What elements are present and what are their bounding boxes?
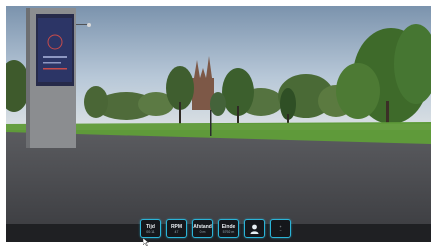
stat-rpm[interactable]: RPM 47 xyxy=(166,219,187,238)
user-icon xyxy=(250,224,259,234)
stat-end[interactable]: Einde 5792 m xyxy=(218,219,239,238)
bottom-strip xyxy=(0,242,437,248)
profile-button[interactable] xyxy=(244,219,265,238)
zoom-button[interactable]: + − xyxy=(270,219,291,238)
stat-distance[interactable]: Afstand 0 m xyxy=(192,219,213,238)
stat-time-value: 00:11 xyxy=(146,229,155,234)
stat-end-value: 5792 m xyxy=(222,229,235,234)
zoom-out-label: − xyxy=(279,228,282,233)
cursor-icon xyxy=(143,238,149,246)
app-window: Tijd 00:11 RPM 47 Afstand 0 m Einde 5792… xyxy=(6,6,431,242)
park-scene xyxy=(6,6,431,224)
kiosk-pillar xyxy=(26,8,76,148)
lamp-post xyxy=(210,110,212,136)
hud-stats: Tijd 00:11 RPM 47 Afstand 0 m Einde 5792… xyxy=(140,219,291,242)
stat-time[interactable]: Tijd 00:11 xyxy=(140,219,161,238)
stat-distance-value: 0 m xyxy=(199,229,206,234)
stat-rpm-value: 47 xyxy=(174,229,179,234)
